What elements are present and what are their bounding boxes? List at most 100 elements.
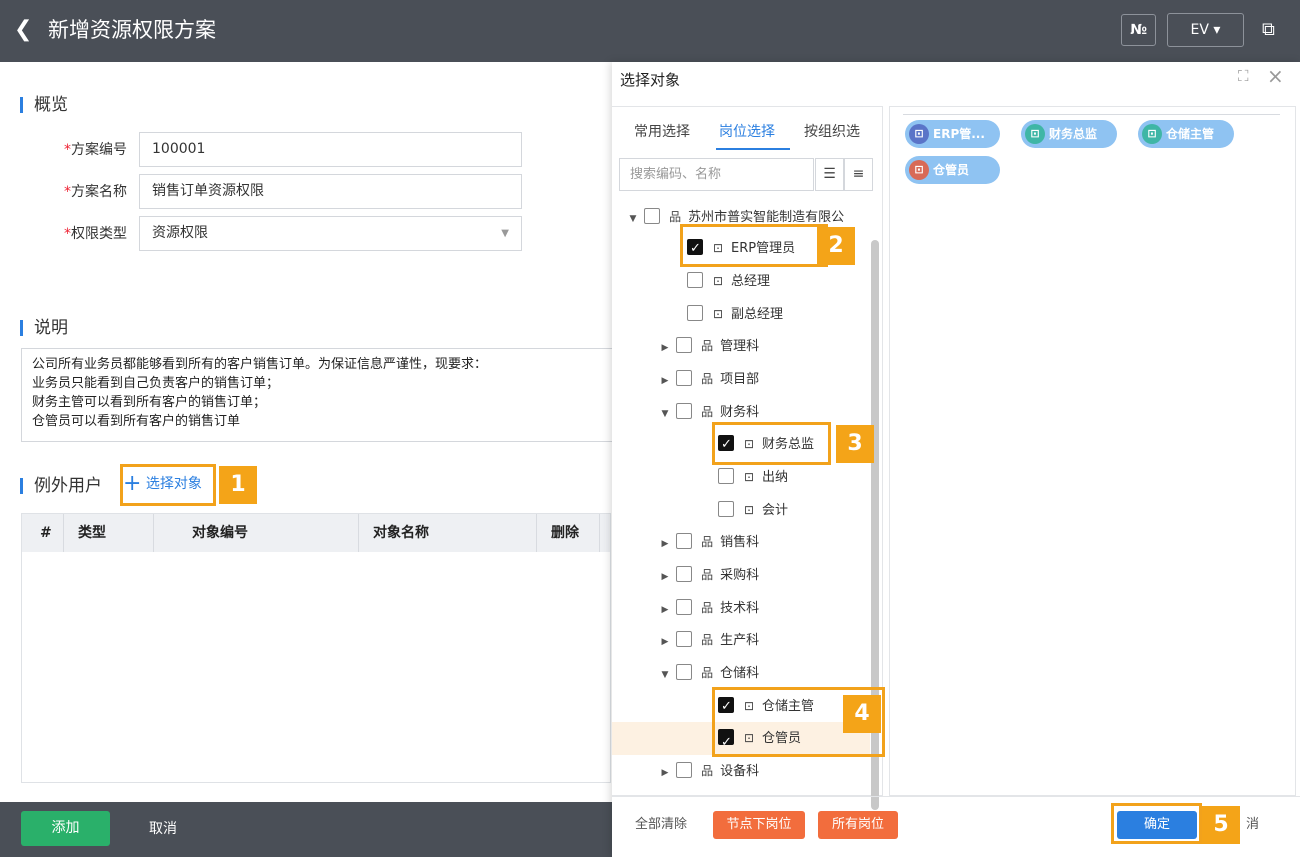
caret-right-icon[interactable]: ▶ bbox=[658, 531, 672, 557]
post-icon: ⊡ bbox=[712, 274, 724, 288]
post-icon: ⊡ bbox=[743, 503, 755, 517]
checkbox[interactable] bbox=[676, 762, 693, 778]
all-posts-button[interactable]: 所有岗位 bbox=[818, 811, 898, 839]
description-line: 公司所有业务员都能够看到所有的客户销售订单。为保证信息严谨性，现要求： bbox=[32, 357, 488, 372]
post-icon: ⊡ bbox=[909, 160, 929, 180]
tree-node[interactable]: ▶ 品生产科 bbox=[658, 627, 759, 653]
list-indent-icon[interactable]: ☰ bbox=[815, 158, 844, 191]
col-delete: 删除 bbox=[537, 514, 600, 552]
table-header: # 类型 对象编号 对象名称 删除 bbox=[22, 514, 610, 552]
plan-no-input[interactable]: 100001 bbox=[139, 132, 522, 167]
checkbox[interactable] bbox=[718, 501, 734, 517]
tab-post[interactable]: 岗位选择 bbox=[719, 121, 775, 141]
highlight-box-3 bbox=[712, 422, 831, 465]
caret-down-icon[interactable]: ▼ bbox=[658, 662, 672, 688]
tree-node[interactable]: ▶ 品项目部 bbox=[658, 366, 759, 392]
node-posts-button[interactable]: 节点下岗位 bbox=[713, 811, 805, 839]
env-dropdown[interactable]: EV ▾ bbox=[1167, 13, 1244, 47]
checkbox[interactable] bbox=[676, 403, 693, 419]
active-tab-indicator bbox=[716, 148, 790, 150]
highlight-box-1 bbox=[120, 464, 216, 506]
checkbox[interactable] bbox=[676, 533, 693, 549]
dialog-cancel-button[interactable]: 消 bbox=[1246, 811, 1259, 839]
tree-node[interactable]: ⊡ 会计 bbox=[718, 497, 788, 523]
caret-down-icon[interactable]: ▼ bbox=[626, 206, 640, 232]
caret-right-icon[interactable]: ▶ bbox=[658, 760, 672, 786]
org-icon: 品 bbox=[701, 535, 714, 549]
checkbox[interactable] bbox=[644, 208, 661, 224]
close-icon[interactable]: × bbox=[1267, 64, 1284, 88]
checkbox[interactable] bbox=[676, 566, 693, 582]
col-type: 类型 bbox=[64, 514, 154, 552]
chevron-left-icon[interactable]: ❮ bbox=[14, 17, 32, 43]
field-label-plan-no: *方案编号 bbox=[64, 142, 127, 158]
step-badge-2: 2 bbox=[817, 227, 855, 265]
caret-right-icon[interactable]: ▶ bbox=[658, 629, 672, 655]
checkbox[interactable] bbox=[676, 664, 693, 680]
tree-node[interactable]: ▼ 品仓储科 bbox=[658, 660, 759, 686]
exceptions-table: # 类型 对象编号 对象名称 删除 bbox=[21, 513, 611, 783]
tree-node[interactable]: ▶ 品管理科 bbox=[658, 333, 759, 359]
add-button[interactable]: 添加 bbox=[21, 811, 110, 846]
org-icon: 品 bbox=[701, 666, 714, 680]
org-icon: 品 bbox=[701, 601, 714, 615]
highlight-box-5 bbox=[1111, 803, 1202, 844]
tree-node[interactable]: ▶ 品采购科 bbox=[658, 562, 759, 588]
col-object-name: 对象名称 bbox=[359, 514, 537, 552]
field-label-plan-name: *方案名称 bbox=[64, 184, 127, 200]
caret-right-icon[interactable]: ▶ bbox=[658, 564, 672, 590]
checkbox[interactable] bbox=[676, 599, 693, 615]
top-bar: ❮ 新增资源权限方案 № EV ▾ ⧉ bbox=[0, 0, 1300, 62]
chevron-down-icon: ▼ bbox=[501, 228, 509, 239]
post-icon: ⊡ bbox=[1142, 124, 1162, 144]
dialog-title: 选择对象 bbox=[620, 71, 681, 89]
tree-node[interactable]: ⊡ 副总经理 bbox=[687, 301, 783, 327]
external-link-icon[interactable]: ⧉ bbox=[1262, 19, 1275, 40]
post-icon: ⊡ bbox=[743, 470, 755, 484]
tree-node[interactable]: ▶ 品销售科 bbox=[658, 529, 759, 555]
plan-name-input[interactable]: 销售订单资源权限 bbox=[139, 174, 522, 209]
selected-chip[interactable]: ⊡ 仓储主管 bbox=[1138, 120, 1234, 148]
caret-right-icon[interactable]: ▶ bbox=[658, 597, 672, 623]
description-line: 财务主管可以看到所有客户的销售订单； bbox=[32, 395, 267, 410]
checkbox[interactable] bbox=[718, 468, 734, 484]
org-icon: 品 bbox=[701, 339, 714, 353]
divider bbox=[903, 114, 1280, 115]
selected-chip[interactable]: ⊡ 仓管员 bbox=[905, 156, 1000, 184]
selected-chip[interactable]: ⊡ ERP管... bbox=[905, 120, 1000, 148]
maximize-icon[interactable]: ⛶ bbox=[1238, 67, 1249, 85]
checkbox[interactable] bbox=[676, 370, 693, 386]
number-button[interactable]: № bbox=[1121, 14, 1156, 46]
tree-node[interactable]: ⊡ 出纳 bbox=[718, 464, 788, 490]
caret-right-icon[interactable]: ▶ bbox=[658, 368, 672, 394]
step-badge-3: 3 bbox=[836, 425, 874, 463]
description-line: 业务员只能看到自己负责客户的销售订单； bbox=[32, 376, 280, 391]
org-icon: 品 bbox=[701, 764, 714, 778]
caret-down-icon[interactable]: ▼ bbox=[658, 401, 672, 427]
tree-node[interactable]: ⊡ 总经理 bbox=[687, 268, 770, 294]
step-badge-5: 5 bbox=[1202, 806, 1240, 844]
tree-node[interactable]: ▶ 品设备科 bbox=[658, 758, 759, 784]
checkbox[interactable] bbox=[676, 631, 693, 647]
caret-right-icon[interactable]: ▶ bbox=[658, 335, 672, 361]
checkbox[interactable] bbox=[676, 337, 693, 353]
perm-type-select[interactable]: 资源权限 ▼ bbox=[139, 216, 522, 251]
highlight-box-2 bbox=[680, 224, 828, 267]
selected-chip[interactable]: ⊡ 财务总监 bbox=[1021, 120, 1117, 148]
exceptions-title: 例外用户 bbox=[20, 476, 102, 496]
description-textarea[interactable]: 公司所有业务员都能够看到所有的客户销售订单。为保证信息严谨性，现要求： 业务员只… bbox=[21, 348, 621, 442]
tree-node[interactable]: ▶ 品技术科 bbox=[658, 595, 759, 621]
page-title: 新增资源权限方案 bbox=[48, 18, 216, 42]
tab-common[interactable]: 常用选择 bbox=[634, 121, 690, 141]
cancel-button[interactable]: 取消 bbox=[149, 818, 177, 838]
selected-panel: ⊡ ERP管... ⊡ 财务总监 ⊡ 仓储主管 ⊡ 仓管员 bbox=[889, 106, 1296, 796]
clear-all-button[interactable]: 全部清除 bbox=[635, 811, 687, 839]
post-icon: ⊡ bbox=[1025, 124, 1045, 144]
list-icon[interactable]: ≡ bbox=[844, 158, 873, 191]
checkbox[interactable] bbox=[687, 272, 703, 288]
checkbox[interactable] bbox=[687, 305, 703, 321]
tab-org[interactable]: 按组织选 bbox=[804, 121, 860, 141]
search-input[interactable]: 搜索编码、名称 bbox=[619, 158, 814, 191]
post-icon: ⊡ bbox=[909, 124, 929, 144]
description-title: 说明 bbox=[20, 318, 68, 338]
